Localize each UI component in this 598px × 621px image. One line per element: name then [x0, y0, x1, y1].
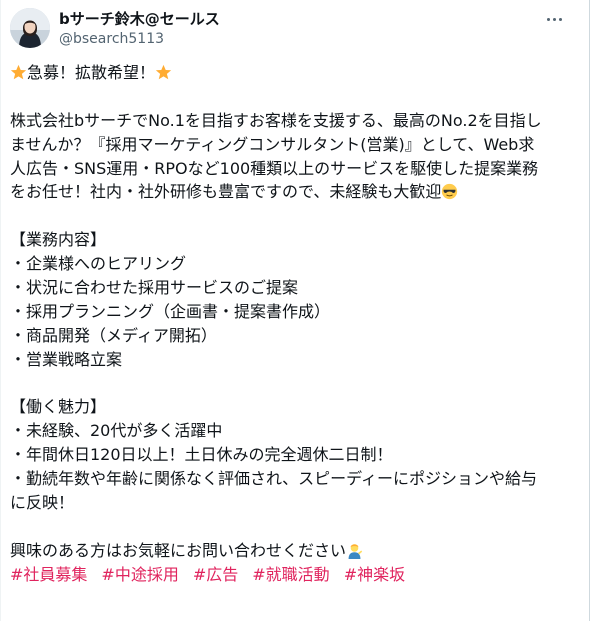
closing-line: 興味のある方はお気軽にお問い合わせください [10, 539, 588, 563]
closing-text: 興味のある方はお気軽にお問い合わせください [10, 540, 347, 560]
avatar[interactable] [10, 8, 50, 48]
section-heading: 【業務内容】 [10, 230, 107, 250]
post-header: bサーチ鈴木@セールス @bsearch5113 [10, 8, 589, 48]
list-item: ・勤続年数や年齢に関係なく評価され、スピーディーにポジションや給与 [10, 469, 538, 489]
list-item: ・営業戦略立案 [10, 349, 123, 369]
list-item: ・未経験、20代が多く活躍中 [10, 421, 223, 441]
hashtag-link[interactable]: #神楽坂 [344, 565, 405, 584]
paragraph-line: 株式会社bサーチでNo.1を目指すお客様を支援する、最高のNo.2を目指し [10, 110, 542, 130]
person-tipping-hand-icon [348, 543, 363, 559]
star-icon [155, 64, 172, 80]
list-item: ・状況に合わせた採用サービスのご提案 [10, 278, 299, 298]
headline: 急募！拡散希望！ [10, 61, 588, 85]
list-item: ・採用プランニング（企画書・提案書作成） [10, 301, 331, 321]
more-options-icon[interactable] [543, 10, 565, 28]
sunglasses-icon [442, 184, 458, 200]
paragraph-line: ませんか？『採用マーケティングコンサルタント(営業)』として、Web求 [10, 134, 535, 154]
post-card: bサーチ鈴木@セールス @bsearch5113 急募！拡散希望！ 株式会社bサ… [0, 0, 590, 621]
hashtag-row: #社員募集 #中途採用 #広告 #就職活動 #神楽坂 [10, 563, 588, 587]
list-item: ・年間休日120日以上！土日休みの完全週休二日制！ [10, 445, 393, 465]
hashtag-link[interactable]: #社員募集 [10, 565, 87, 584]
display-name[interactable]: bサーチ鈴木@セールス [59, 10, 220, 29]
post-text: 急募！拡散希望！ 株式会社bサーチでNo.1を目指すお客様を支援する、最高のNo… [10, 61, 588, 587]
paragraph-line-last: をお任せ！社内・社外研修も豊富ですので、未経験も大歓迎 [10, 180, 588, 204]
headline-text: 急募！拡散希望！ [27, 63, 156, 82]
hashtag-link[interactable]: #中途採用 [101, 565, 178, 584]
avatar-image [10, 8, 50, 48]
list-item: ・商品開発（メディア開拓） [10, 325, 217, 345]
hashtag-link[interactable]: #広告 [193, 565, 238, 584]
hashtag-link[interactable]: #就職活動 [252, 565, 329, 584]
user-handle[interactable]: @bsearch5113 [59, 30, 220, 49]
star-icon [10, 64, 27, 80]
paragraph-line: 人広告・SNS運用・RPOなど100種類以上のサービスを駆使した提案業務 [10, 158, 539, 178]
author-block: bサーチ鈴木@セールス @bsearch5113 [59, 10, 220, 49]
section-heading: 【働く魅力】 [10, 397, 107, 417]
paragraph-text: をお任せ！社内・社外研修も豊富ですので、未経験も大歓迎 [10, 182, 442, 202]
list-item: ・企業様へのヒアリング [10, 254, 187, 274]
list-item-continued: に反映！ [10, 493, 75, 513]
